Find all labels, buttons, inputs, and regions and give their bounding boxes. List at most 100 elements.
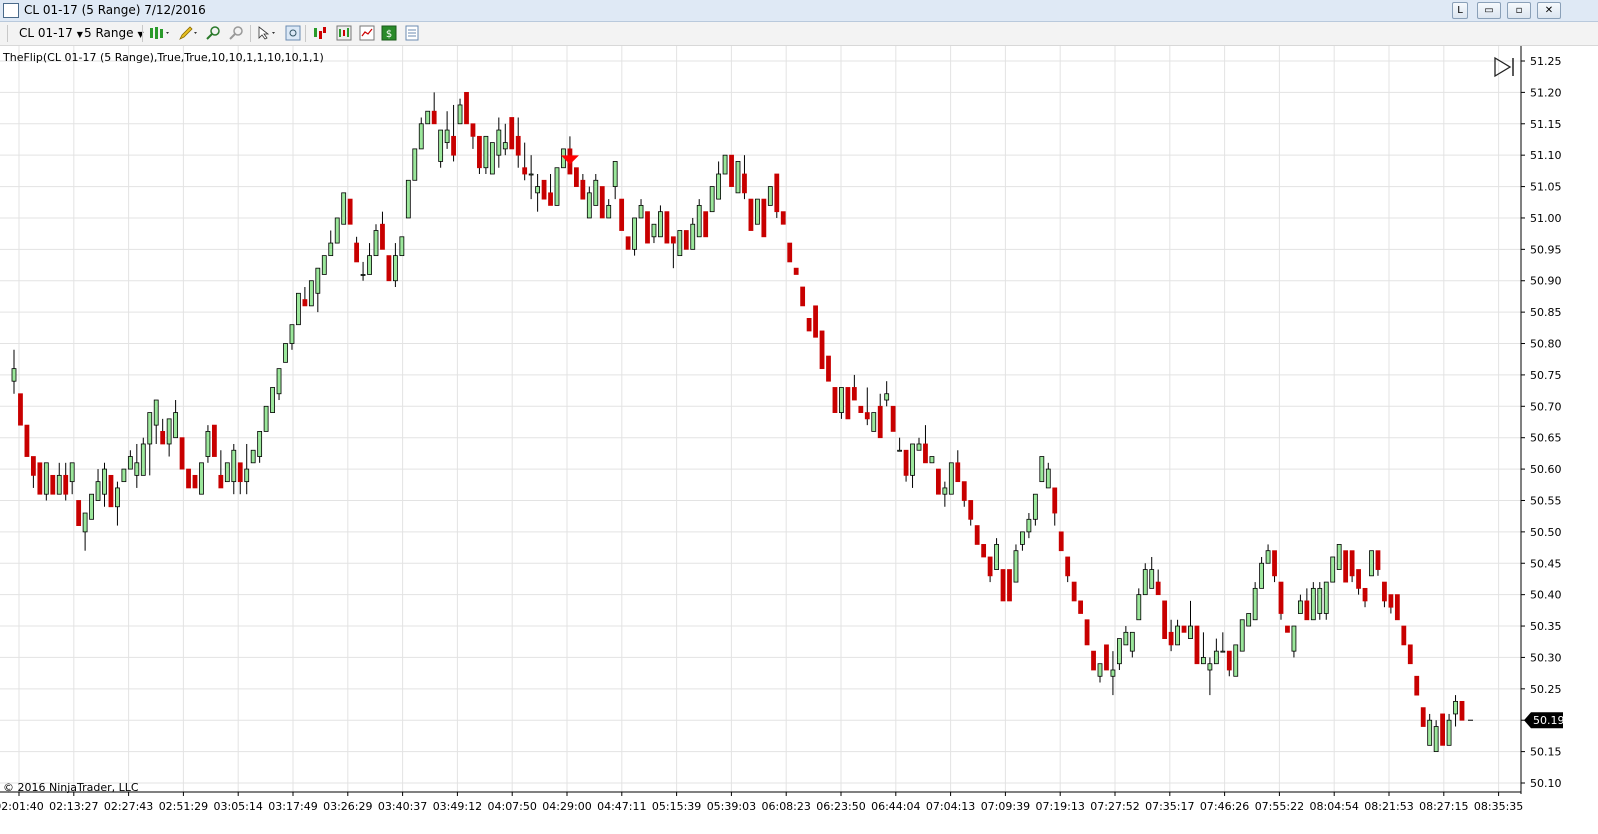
up-candle-body	[82, 512, 88, 533]
candle	[754, 198, 760, 225]
candle	[1401, 625, 1407, 646]
candle	[1349, 550, 1355, 583]
candle	[166, 418, 172, 457]
up-candle-body	[735, 161, 741, 194]
candle	[1142, 563, 1148, 596]
x-tick-label: 04:29:00	[542, 800, 591, 813]
down-candle-body	[1407, 644, 1413, 665]
zoom-in-icon[interactable]	[205, 25, 221, 41]
up-candle-body	[283, 343, 288, 363]
down-candle-body	[76, 500, 82, 526]
up-candle-body	[89, 493, 94, 520]
down-candle-body	[451, 135, 456, 156]
candle	[18, 393, 23, 426]
candle	[638, 199, 644, 219]
down-candle-body	[819, 330, 825, 370]
candle	[839, 387, 844, 419]
y-tick-label: 50.90	[1530, 275, 1562, 288]
candle	[431, 92, 437, 125]
y-tick-label: 51.15	[1530, 118, 1562, 131]
up-candle-body	[373, 230, 379, 257]
candle	[464, 91, 469, 125]
zoom-out-icon[interactable]	[228, 25, 244, 41]
indicator-label: TheFlip(CL 01-17 (5 Range),True,True,10,…	[3, 51, 324, 64]
candle	[1175, 619, 1180, 646]
interval-label: 5 Range	[84, 26, 134, 40]
minimize-button[interactable]: ▭	[1477, 2, 1501, 19]
up-candle-body	[412, 148, 418, 181]
down-candle-body	[858, 405, 864, 413]
candle	[599, 186, 605, 219]
candle	[955, 450, 961, 483]
candle	[140, 437, 146, 476]
candle	[1427, 713, 1433, 746]
y-tick-label: 50.80	[1530, 338, 1562, 351]
candle	[729, 154, 734, 187]
pencil-icon[interactable]	[178, 25, 200, 41]
down-candle-body	[761, 198, 767, 238]
instrument-selector[interactable]: CL 01-17 ▼	[19, 25, 83, 43]
candle	[341, 192, 347, 225]
strategies-icon[interactable]	[312, 25, 328, 41]
candle	[819, 330, 825, 370]
bar-style-icon[interactable]	[148, 25, 172, 41]
chart-grid	[0, 46, 1521, 792]
candle	[1440, 713, 1446, 746]
candle	[496, 117, 502, 168]
candle	[360, 261, 366, 281]
candle	[457, 98, 463, 125]
up-candle-body	[199, 462, 204, 495]
candle	[761, 198, 767, 238]
x-tick-label: 07:27:52	[1090, 800, 1139, 813]
down-candle-body	[664, 211, 670, 244]
down-candle-body	[1071, 581, 1077, 602]
candle	[1362, 587, 1368, 608]
candle	[1407, 644, 1413, 665]
data-box-icon[interactable]	[404, 25, 420, 41]
down-candle-body	[1459, 700, 1465, 721]
up-candle-body	[612, 161, 618, 187]
up-candle-body	[1317, 587, 1323, 614]
candle	[535, 174, 541, 212]
candle	[923, 425, 928, 464]
up-candle-body	[102, 468, 107, 495]
down-candle-body	[515, 135, 521, 156]
candle	[1052, 487, 1058, 526]
pointer-icon[interactable]	[256, 25, 280, 41]
price-chart[interactable]: 51.25 51.20 51.15 51.10 51.05 51.00 50.95 50.90…	[0, 46, 1598, 834]
up-candle-body	[95, 481, 101, 501]
candle	[703, 211, 709, 238]
properties-icon[interactable]	[285, 25, 301, 41]
down-candle-body	[108, 474, 114, 508]
chart-trader-icon[interactable]	[359, 25, 375, 41]
candle	[722, 154, 728, 175]
candle	[1259, 556, 1265, 589]
candle	[11, 349, 17, 394]
close-button[interactable]: ✕	[1537, 2, 1561, 19]
up-candle-body	[308, 280, 314, 307]
down-candle-body	[800, 286, 806, 307]
interval-selector[interactable]: 5 Range ▼	[84, 25, 144, 43]
candle	[1343, 550, 1349, 583]
up-candle-body	[263, 405, 269, 432]
indicators-icon[interactable]	[336, 25, 352, 41]
candle	[767, 186, 773, 206]
down-candle-body	[509, 117, 515, 150]
y-tick-label: 50.95	[1530, 243, 1562, 256]
candle	[147, 412, 153, 476]
link-button[interactable]: L	[1452, 2, 1468, 19]
candle	[1414, 675, 1420, 696]
candle	[50, 474, 56, 495]
down-candle-body	[380, 223, 385, 250]
candle	[250, 449, 256, 464]
restore-button[interactable]: ▫	[1507, 2, 1531, 19]
x-tick-label: 02:13:27	[49, 800, 98, 813]
up-candle-body	[140, 443, 146, 476]
down-candle-body	[179, 437, 185, 470]
dollar-icon[interactable]: $	[381, 25, 397, 41]
up-candle-body	[677, 230, 683, 257]
candle	[257, 431, 263, 463]
down-candle-body	[1356, 569, 1361, 589]
down-candle-body	[787, 242, 793, 263]
candle	[121, 468, 127, 483]
